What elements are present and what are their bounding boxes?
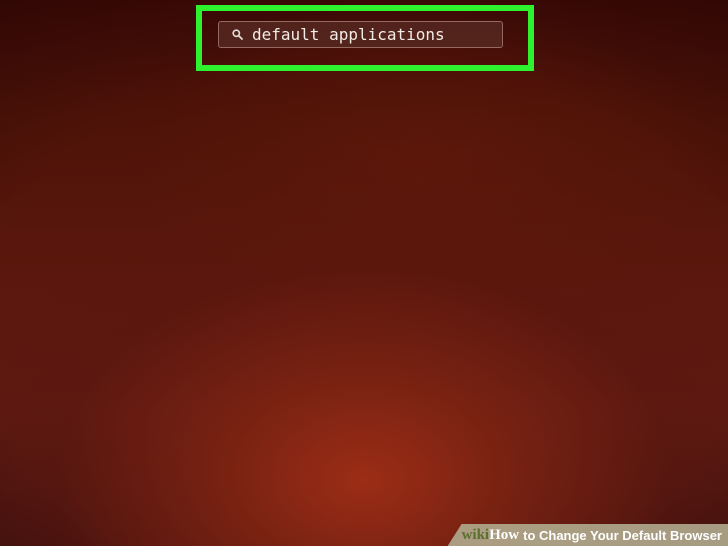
wikihow-watermark: wiki How to Change Your Default Browser <box>447 524 728 546</box>
watermark-title: to Change Your Default Browser <box>523 527 722 543</box>
watermark-wiki-text: wiki <box>461 526 490 543</box>
search-icon <box>230 28 244 42</box>
watermark-how-text: How <box>489 526 520 543</box>
search-input[interactable] <box>252 22 502 47</box>
background-vignette <box>0 0 728 546</box>
desktop-background: wikiHowto Change Your Default Browser <box>0 0 728 546</box>
search-bar[interactable] <box>218 21 503 48</box>
